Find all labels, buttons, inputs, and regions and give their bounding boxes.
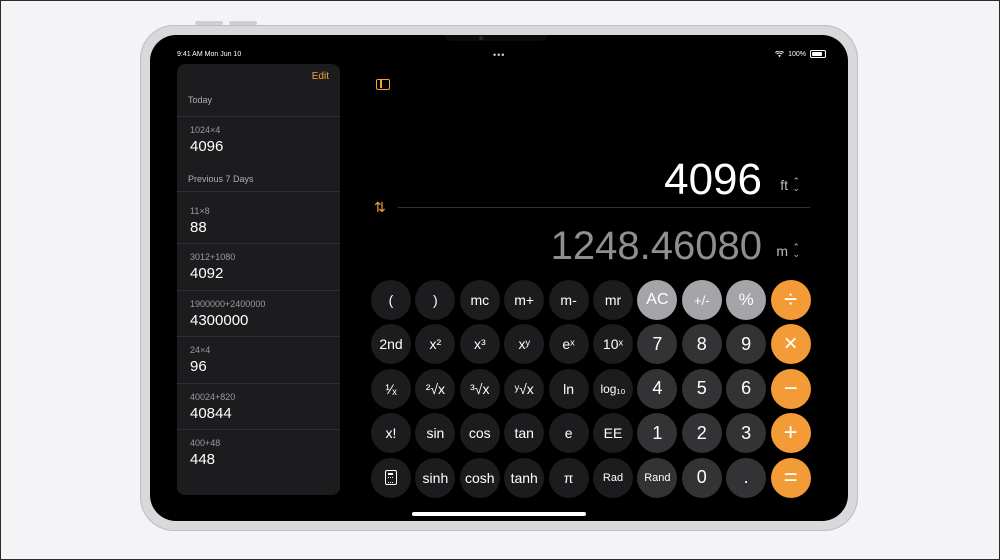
ten-pow-x-key[interactable]: 10ˣ — [593, 324, 633, 365]
rad-key[interactable]: Rad — [593, 457, 633, 498]
wifi-icon — [775, 50, 785, 57]
chevron-up-down-icon[interactable]: ⌃ ⌄ — [792, 177, 800, 193]
ipad-screen: 9:41 AM Mon Jun 10 ••• 100% Edit Today 1… — [150, 35, 848, 521]
swap-units-icon[interactable]: ⇅ — [374, 199, 386, 216]
close-paren-key[interactable]: ) — [415, 280, 456, 320]
history-expression: 400+48 — [190, 438, 221, 448]
camera-icon — [479, 36, 483, 40]
history-item[interactable]: 400+48 448 — [177, 429, 340, 476]
battery-icon — [810, 50, 826, 58]
secondary-display-value: 1248.46080 — [550, 224, 762, 268]
m-plus-key[interactable]: m+ — [504, 280, 545, 320]
display-divider — [398, 207, 810, 208]
2nd-key[interactable]: 2nd — [371, 324, 411, 365]
history-expression: 11×8 — [190, 206, 210, 216]
sinh-key[interactable]: sinh — [415, 457, 456, 498]
battery-percent: 100% — [788, 50, 806, 58]
home-indicator[interactable] — [412, 512, 586, 516]
cosh-key[interactable]: cosh — [459, 457, 500, 498]
0-key[interactable]: 0 — [681, 457, 722, 498]
square-root-key[interactable]: ²√x — [415, 368, 456, 409]
8-key[interactable]: 8 — [681, 324, 722, 365]
9-key[interactable]: 9 — [726, 324, 767, 365]
camera-housing — [446, 35, 546, 41]
history-result: 88 — [190, 219, 207, 236]
7-key[interactable]: 7 — [637, 324, 678, 365]
history-expression: 24×4 — [190, 345, 211, 355]
history-result: 4096 — [190, 138, 224, 155]
m-minus-key[interactable]: m- — [548, 280, 589, 320]
section-today: Today — [188, 95, 213, 105]
6-key[interactable]: 6 — [726, 368, 767, 409]
history-item[interactable]: 24×4 96 — [177, 336, 340, 383]
calculator-icon — [385, 470, 397, 486]
factorial-key[interactable]: x! — [371, 413, 411, 454]
history-item[interactable]: 1024×4 4096 — [177, 116, 340, 163]
keypad: () mc m+ m-mr AC +/-% ÷ 2nd x² x³ xʸ eˣ 10ˣ 7 8 9 × ¹⁄ₓ ²√… — [371, 280, 816, 500]
x-squared-key[interactable]: x² — [415, 324, 456, 365]
status-time: 9:41 AM Mon Jun 10 — [177, 51, 242, 58]
status-right: 100% — [775, 50, 826, 58]
equals-key[interactable]: = — [770, 457, 811, 498]
cube-root-key[interactable]: ³√x — [459, 368, 500, 409]
4-key[interactable]: 4 — [637, 368, 678, 409]
tan-key[interactable]: tan — [504, 413, 545, 454]
multitasking-dots-icon[interactable]: ••• — [493, 50, 505, 60]
e-key[interactable]: e — [548, 413, 589, 454]
e-pow-x-key[interactable]: eˣ — [548, 324, 589, 365]
history-result: 96 — [190, 358, 207, 375]
ln-key[interactable]: ln — [548, 368, 589, 409]
y-root-key[interactable]: ʸ√x — [504, 368, 545, 409]
tanh-key[interactable]: tanh — [504, 457, 545, 498]
rand-key[interactable]: Rand — [637, 457, 678, 498]
x-pow-y-key[interactable]: xʸ — [504, 324, 545, 365]
mr-key[interactable]: mr — [593, 280, 633, 320]
history-result: 4300000 — [190, 312, 249, 329]
2-key[interactable]: 2 — [681, 413, 722, 454]
history-result: 448 — [190, 451, 216, 468]
pi-key[interactable]: π — [548, 457, 589, 498]
divide-key[interactable]: ÷ — [770, 280, 811, 320]
plus-minus-key[interactable]: +/- — [681, 280, 722, 320]
1-key[interactable]: 1 — [637, 413, 678, 454]
history-item[interactable]: 1900000+2400000 4300000 — [177, 290, 340, 337]
subtract-key[interactable]: − — [770, 368, 811, 409]
history-expression: 40024+820 — [190, 392, 236, 402]
history-sidebar: Edit Today 1024×4 4096 Previous 7 Days 1… — [177, 64, 340, 495]
percent-key[interactable]: % — [726, 280, 767, 320]
history-expression: 1024×4 — [190, 125, 221, 135]
sin-key[interactable]: sin — [415, 413, 456, 454]
x-cubed-key[interactable]: x³ — [459, 324, 500, 365]
chevron-up-down-icon[interactable]: ⌃ ⌄ — [792, 243, 800, 259]
history-item[interactable]: 3012+1080 4092 — [177, 243, 340, 290]
ee-key[interactable]: EE — [593, 413, 633, 454]
primary-display-value: 4096 — [664, 155, 762, 204]
ac-key[interactable]: AC — [637, 280, 678, 320]
multiply-key[interactable]: × — [770, 324, 811, 365]
history-item[interactable]: 11×8 88 — [177, 191, 340, 238]
history-result: 40844 — [190, 405, 232, 422]
add-key[interactable]: + — [770, 413, 811, 454]
section-previous-7-days: Previous 7 Days — [188, 174, 254, 184]
ipad-device: 9:41 AM Mon Jun 10 ••• 100% Edit Today 1… — [140, 25, 858, 531]
history-expression: 3012+1080 — [190, 252, 236, 262]
cos-key[interactable]: cos — [459, 413, 500, 454]
calculator-key[interactable] — [371, 457, 411, 498]
open-paren-key[interactable]: ( — [371, 280, 411, 320]
3-key[interactable]: 3 — [726, 413, 767, 454]
edit-button[interactable]: Edit — [312, 71, 329, 82]
reciprocal-key[interactable]: ¹⁄ₓ — [371, 368, 411, 409]
decimal-key[interactable]: . — [726, 457, 767, 498]
history-expression: 1900000+2400000 — [190, 299, 266, 309]
log10-key[interactable]: log₁₀ — [593, 368, 633, 409]
5-key[interactable]: 5 — [681, 368, 722, 409]
primary-unit-selector[interactable]: ft — [780, 177, 788, 193]
mc-key[interactable]: mc — [459, 280, 500, 320]
history-item[interactable]: 40024+820 40844 — [177, 383, 340, 430]
history-result: 4092 — [190, 265, 224, 282]
sidebar-toggle-icon[interactable] — [376, 79, 390, 90]
secondary-unit-selector[interactable]: m — [776, 243, 788, 259]
